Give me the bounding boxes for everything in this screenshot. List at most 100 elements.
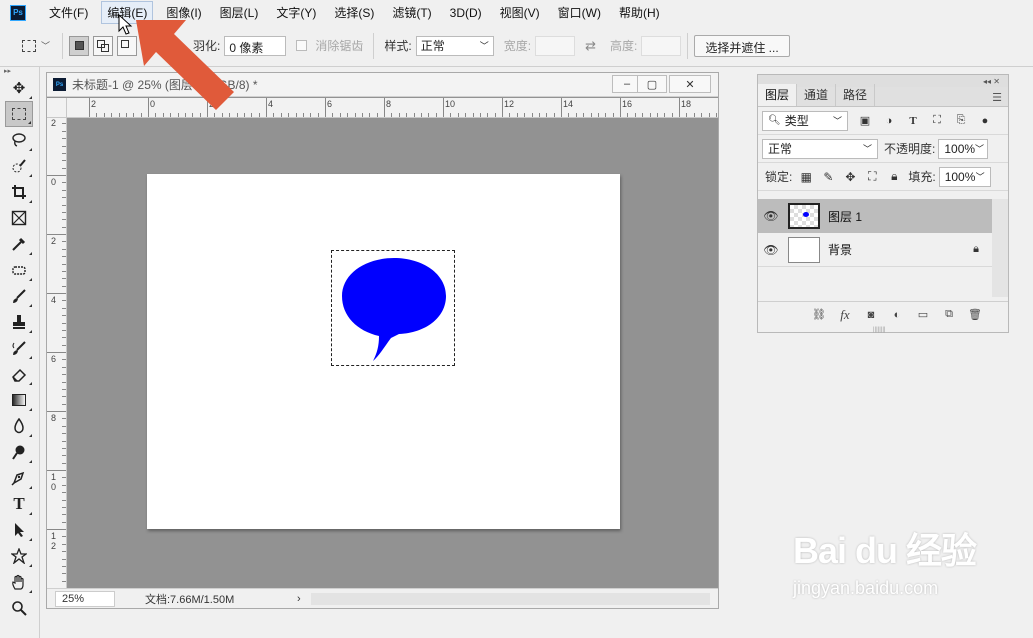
height-input[interactable] [641, 35, 682, 56]
layer-filter-select[interactable]: 🔍︎ 类型 ﹀ [762, 110, 848, 131]
crop-tool-icon[interactable] [5, 179, 33, 205]
filter-toggle-icon[interactable]: ● [978, 114, 992, 128]
delete-layer-icon[interactable]: 🗑︎ [967, 307, 983, 323]
swap-icon[interactable]: ⇄ [585, 38, 596, 54]
brush-tool-icon[interactable] [5, 283, 33, 309]
new-group-icon[interactable]: ▭ [915, 307, 931, 323]
visibility-eye-icon[interactable]: 👁︎ [758, 209, 784, 223]
layer-name[interactable]: 图层 1 [828, 208, 862, 225]
ruler-tick [605, 113, 607, 117]
filter-type-icon[interactable]: T [906, 114, 920, 128]
antialias-checkbox[interactable] [296, 40, 308, 51]
antialias-label: 消除锯齿 [315, 39, 364, 53]
filter-smart-object-icon[interactable]: ⎘ [954, 114, 968, 128]
vertical-ruler[interactable]: 2 0 2 4 6 8 1 0 1 2 [47, 118, 67, 588]
layer-row-background[interactable]: 👁︎ 背景 🔒︎ [758, 233, 993, 267]
new-adjustment-layer-icon[interactable]: ◐ [889, 307, 905, 323]
layers-scrollbar[interactable] [992, 199, 1008, 297]
visibility-eye-icon[interactable]: 👁︎ [758, 243, 784, 257]
layer-name[interactable]: 背景 [828, 241, 852, 258]
document-canvas[interactable] [147, 174, 620, 529]
menu-type[interactable]: 文字(Y) [271, 2, 321, 23]
filter-adjustment-icon[interactable]: ◑ [882, 114, 896, 128]
chevron-down-icon: ﹀ [479, 41, 489, 51]
filter-shape-icon[interactable]: ⛶ [930, 114, 944, 128]
opacity-input[interactable]: 100% ﹀ [938, 138, 989, 159]
ruler-tick [62, 551, 66, 553]
layer-filter-row: 🔍︎ 类型 ﹀ ▣ ◑ T ⛶ ⎘ ● [758, 107, 1008, 135]
gradient-tool-icon[interactable] [5, 387, 33, 413]
style-label: 样式: [384, 39, 412, 53]
dodge-tool-icon[interactable] [5, 439, 33, 465]
menu-window[interactable]: 窗口(W) [553, 2, 606, 23]
hand-tool-icon[interactable] [5, 569, 33, 595]
ruler-tick [686, 113, 688, 117]
tab-channels[interactable]: 通道 [797, 84, 837, 106]
path-selection-tool-icon[interactable] [5, 517, 33, 543]
eyedropper-tool-icon[interactable] [5, 231, 33, 257]
status-menu-arrow-icon[interactable]: › [297, 593, 301, 605]
style-select[interactable]: 正常 ﹀ [415, 35, 494, 56]
fill-input[interactable]: 100% ﹀ [938, 166, 991, 187]
quick-selection-tool-icon[interactable] [5, 153, 33, 179]
menu-view[interactable]: 视图(V) [495, 2, 545, 23]
menu-filter[interactable]: 滤镜(T) [387, 2, 436, 23]
ruler-corner[interactable] [47, 98, 67, 118]
pen-tool-icon[interactable] [5, 465, 33, 491]
ruler-tick [62, 197, 66, 199]
frame-tool-icon[interactable] [5, 205, 33, 231]
tab-layers[interactable]: 图层 [758, 84, 798, 106]
ruler-tick [47, 352, 66, 353]
zoom-tool-icon[interactable] [5, 595, 33, 621]
zoom-level-input[interactable]: 25% [55, 590, 115, 607]
marquee-preset-icon[interactable] [20, 37, 38, 55]
new-layer-icon[interactable]: ⧉ [941, 307, 957, 323]
clone-stamp-tool-icon[interactable] [5, 309, 33, 335]
eraser-tool-icon[interactable] [5, 361, 33, 387]
maximize-button[interactable]: ▢ [637, 75, 667, 93]
history-brush-tool-icon[interactable] [5, 335, 33, 361]
add-mask-icon[interactable]: ◙ [863, 307, 879, 323]
panel-menu-icon[interactable]: ☰ [992, 91, 1002, 104]
ruler-tick [62, 315, 66, 317]
layer-style-fx-icon[interactable]: fx [837, 307, 853, 323]
ruler-top-label: 8 [386, 99, 392, 109]
blend-mode-select[interactable]: 正常 ﹀ [762, 138, 878, 159]
lock-image-pixels-icon[interactable]: ✎ [821, 170, 835, 184]
tab-paths[interactable]: 路径 [836, 84, 876, 106]
lasso-tool-icon[interactable] [5, 127, 33, 153]
link-layers-icon[interactable]: ⛓︎ [811, 307, 827, 323]
menu-help[interactable]: 帮助(H) [614, 2, 665, 23]
type-tool-icon[interactable]: T [5, 491, 33, 517]
horizontal-scrollbar[interactable] [310, 592, 710, 605]
menu-select[interactable]: 选择(S) [329, 2, 379, 23]
rectangular-marquee-tool-icon[interactable] [5, 101, 33, 127]
ruler-tick [347, 113, 349, 117]
filter-pixel-icon[interactable]: ▣ [858, 114, 872, 128]
menu-3d[interactable]: 3D(D) [445, 4, 487, 22]
lock-all-icon[interactable]: 🔒︎ [887, 169, 901, 184]
blur-tool-icon[interactable] [5, 413, 33, 439]
healing-brush-tool-icon[interactable] [5, 257, 33, 283]
new-selection-button[interactable] [69, 35, 90, 56]
lock-position-icon[interactable]: ✥ [843, 170, 857, 184]
move-tool-icon[interactable]: ✥ [5, 75, 33, 101]
close-button[interactable]: ✕ [669, 75, 711, 93]
menu-file[interactable]: 文件(F) [44, 2, 93, 23]
custom-shape-tool-icon[interactable] [5, 543, 33, 569]
panel-resize-grip[interactable]: |||||||| [873, 327, 885, 333]
panel-collapse-close-icons[interactable]: ◂◂ ✕ [983, 77, 1000, 86]
add-to-selection-button[interactable] [93, 35, 114, 56]
document-size-info[interactable]: 文档:7.66M/1.50M [145, 591, 295, 607]
lock-transparent-pixels-icon[interactable]: ▦ [799, 170, 813, 184]
select-and-mask-button[interactable]: 选择并遮住 ... [694, 34, 790, 57]
preset-chevron-down-icon[interactable]: ﹀ [41, 39, 50, 52]
ruler-tick [369, 113, 371, 117]
lock-artboard-icon[interactable]: ⛶ [865, 169, 879, 184]
toolbar-grip[interactable]: ▸▸ [4, 67, 35, 75]
layer-row-layer-1[interactable]: 👁︎ 图层 1 [758, 199, 993, 233]
photoshop-logo-icon: Ps [10, 4, 26, 21]
ruler-tick [62, 543, 66, 545]
width-input[interactable] [535, 35, 576, 56]
ruler-tick [266, 98, 267, 117]
